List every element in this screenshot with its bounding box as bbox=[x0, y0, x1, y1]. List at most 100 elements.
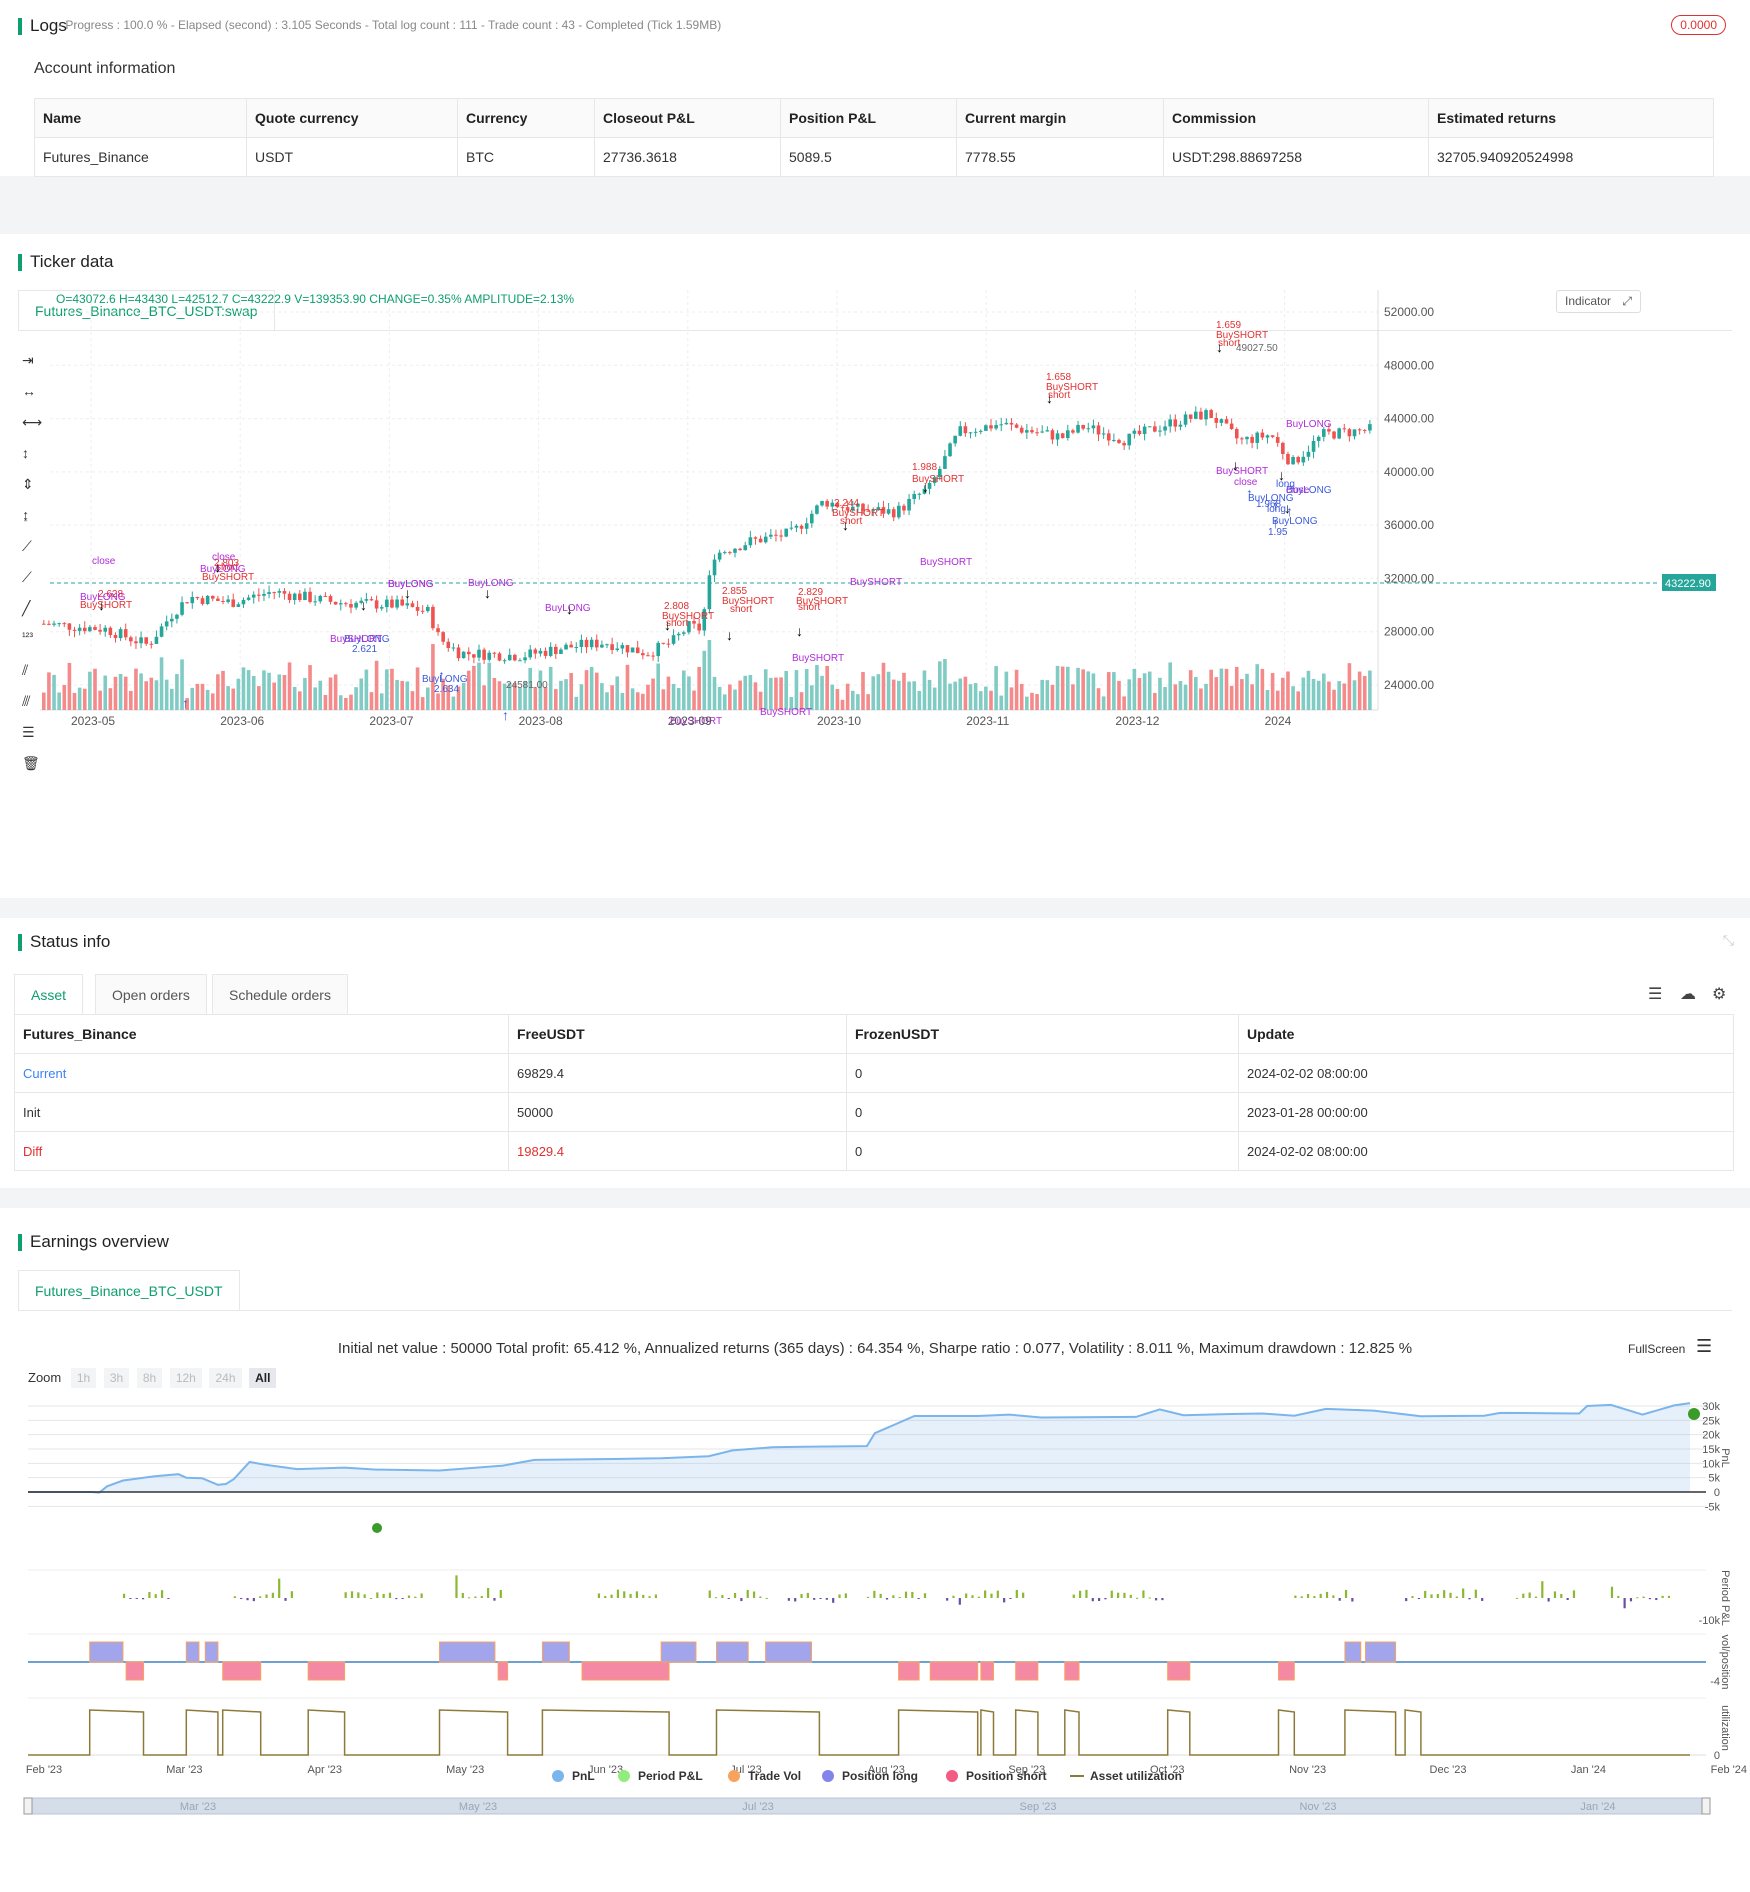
tab-open-orders[interactable]: Open orders bbox=[95, 974, 207, 1014]
candle-body bbox=[477, 649, 481, 658]
volume-bar bbox=[93, 668, 97, 710]
candle-body bbox=[554, 646, 558, 654]
volume-bar bbox=[748, 674, 753, 710]
trade-arrow: ↓ bbox=[404, 585, 411, 601]
trade-arrow: ↓ bbox=[922, 479, 929, 495]
candle-body bbox=[507, 654, 512, 661]
logs-panel: Logs - Progress : 100.0 % - Elapsed (sec… bbox=[0, 0, 1750, 177]
volume-bar bbox=[753, 682, 758, 710]
zoom-3h[interactable]: 3h bbox=[103, 1368, 130, 1388]
period-pnl-bar bbox=[1424, 1590, 1427, 1598]
period-pnl-bar bbox=[1661, 1595, 1664, 1598]
position-short-bar bbox=[1167, 1661, 1191, 1681]
candle-body bbox=[897, 505, 901, 518]
period-pnl-bar bbox=[1534, 1596, 1538, 1598]
candle-body bbox=[221, 600, 225, 602]
candle-body bbox=[569, 644, 573, 648]
volume-bar bbox=[1219, 668, 1224, 710]
volume-bar bbox=[1352, 680, 1357, 710]
period-pnl-bar bbox=[122, 1593, 126, 1598]
candle-body bbox=[369, 599, 374, 601]
period-pnl-bar bbox=[1522, 1593, 1525, 1598]
candle-body bbox=[1199, 411, 1203, 420]
menu-icon[interactable]: ☰ bbox=[1696, 1336, 1712, 1357]
time-tick: 2023-05 bbox=[71, 714, 115, 728]
legend-label: PnL bbox=[572, 1769, 595, 1783]
trade-annotation: 1.988 bbox=[912, 462, 937, 473]
period-pnl-bar bbox=[604, 1595, 607, 1598]
volume-bar bbox=[989, 690, 993, 710]
volume-bar bbox=[308, 665, 312, 710]
tab-asset[interactable]: Asset bbox=[14, 974, 84, 1014]
navigator-tick: Sep '23 bbox=[1020, 1801, 1057, 1813]
candle-body bbox=[543, 650, 548, 656]
candle-body bbox=[170, 618, 174, 622]
candle-body bbox=[722, 552, 727, 554]
account-table: Name Quote currency Currency Closeout P&… bbox=[34, 98, 1714, 177]
tab-earnings-symbol[interactable]: Futures_Binance_BTC_USDT bbox=[18, 1270, 240, 1310]
candle-body bbox=[344, 603, 348, 605]
candle-body bbox=[1219, 419, 1224, 423]
indicator-toggle[interactable]: Indicator ⤢ bbox=[1556, 290, 1641, 313]
list-icon[interactable]: ☰ bbox=[1648, 984, 1662, 1004]
candle-body bbox=[1137, 430, 1142, 435]
candle-body bbox=[712, 559, 717, 576]
zoom-24h[interactable]: 24h bbox=[209, 1368, 242, 1388]
period-pnl-bar bbox=[879, 1593, 882, 1598]
earnings-chart[interactable]: 35k 30k 25k 20k 15k 10k 5k 0 -5k -10k -4 0 PnL Period… bbox=[0, 1398, 1750, 1892]
candlestick-chart[interactable]: 1.659BuySHORTshort49027.501.658BuySHORTs… bbox=[40, 280, 1740, 760]
candle-body bbox=[246, 597, 251, 600]
candle-body bbox=[354, 602, 358, 608]
volume-bar bbox=[328, 677, 333, 710]
fullscreen-button[interactable]: FullScreen bbox=[1628, 1342, 1685, 1356]
zoom-bar: Zoom 1h 3h 8h 12h 24h All bbox=[28, 1368, 277, 1388]
period-pnl-bar bbox=[1474, 1589, 1477, 1598]
candle-body bbox=[559, 649, 563, 654]
period-pnl-bar bbox=[1610, 1586, 1614, 1598]
navigator-handle-right bbox=[1701, 1797, 1711, 1815]
navigator[interactable]: Mar '23 May '23 Jul '23 Sep '23 Nov '23 Jan '… bbox=[23, 1797, 1711, 1815]
trade-arrow: ↑ bbox=[502, 707, 509, 723]
zoom-8h[interactable]: 8h bbox=[136, 1368, 163, 1388]
cloud-download-icon[interactable]: ☁ bbox=[1680, 984, 1696, 1004]
volume-bar bbox=[216, 674, 220, 710]
period-pnl-bar bbox=[1430, 1594, 1433, 1598]
earnings-legend: PnL Period P&L Trade Vol Position long Posit… bbox=[552, 1769, 1182, 1783]
zoom-1h[interactable]: 1h bbox=[70, 1368, 97, 1388]
volume-bar bbox=[968, 684, 973, 710]
position-long-bar bbox=[716, 1641, 749, 1663]
volume-bar bbox=[88, 671, 92, 710]
volume-bar bbox=[472, 665, 476, 710]
position-short-bar bbox=[1277, 1661, 1295, 1681]
period-pnl-bar bbox=[610, 1594, 613, 1598]
navigator-tick: Nov '23 bbox=[1300, 1801, 1337, 1813]
candle-body bbox=[410, 603, 415, 607]
period-pnl-bar bbox=[866, 1596, 870, 1598]
period-pnl-bar bbox=[819, 1598, 822, 1599]
zoom-12h[interactable]: 12h bbox=[169, 1368, 202, 1388]
utilization-line bbox=[28, 1709, 1690, 1756]
volume-bar bbox=[861, 672, 865, 710]
candle-body bbox=[241, 599, 246, 605]
candle-body bbox=[999, 424, 1004, 426]
zoom-all[interactable]: All bbox=[249, 1368, 277, 1388]
trade-annotation: BuySHORT bbox=[330, 634, 382, 645]
axis-title: Period P&L bbox=[1719, 1570, 1731, 1626]
period-pnl-bar bbox=[844, 1593, 847, 1598]
candle-body bbox=[825, 500, 829, 507]
volume-bar bbox=[774, 677, 778, 710]
navigator-tick: Jul '23 bbox=[742, 1801, 773, 1813]
volume-bar bbox=[1163, 687, 1167, 710]
tab-schedule-orders[interactable]: Schedule orders bbox=[212, 974, 348, 1014]
candle-body bbox=[216, 598, 220, 601]
position-short-bar bbox=[980, 1661, 995, 1681]
volume-bar bbox=[1050, 684, 1055, 710]
candle-body bbox=[1117, 439, 1121, 443]
period-pnl-bar bbox=[832, 1598, 835, 1603]
collapse-icon[interactable]: ⤡ bbox=[1723, 932, 1734, 949]
volume-bar bbox=[226, 686, 230, 710]
gear-icon[interactable]: ⚙ bbox=[1712, 984, 1726, 1004]
candle-body bbox=[1086, 428, 1091, 430]
expand-icon[interactable]: ⤢ bbox=[1622, 294, 1632, 308]
candle-body bbox=[574, 646, 579, 648]
